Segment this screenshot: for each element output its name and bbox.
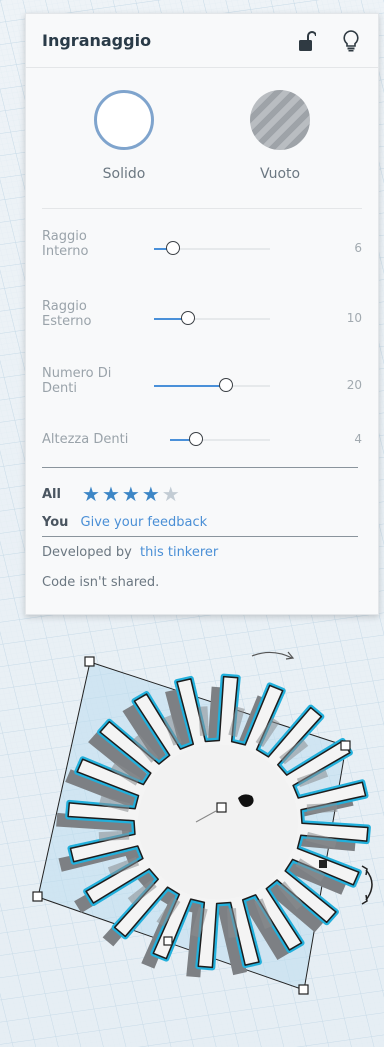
divider [42,208,362,209]
developer-prefix: Developed by [42,545,132,560]
star-empty-icon: ★ [161,482,180,506]
star-filled-icon: ★ [121,482,140,506]
panel-header: Ingranaggio [26,14,378,68]
rating-you-label: You [42,515,69,530]
slider-label: Raggio Esterno [42,299,92,329]
solid-label: Solido [102,166,146,182]
solid-swatch [94,90,154,150]
hole-option[interactable]: Vuoto [220,90,340,182]
slider-knob[interactable] [219,378,233,392]
hole-label: Vuoto [259,166,301,182]
star-filled-icon: ★ [141,482,160,506]
star-rating: ★ ★ ★ ★ ★ [82,484,180,504]
star-filled-icon: ★ [82,482,100,506]
shape-inspector-panel: Ingranaggio Solido Vuoto RaggioInterno [25,13,379,615]
corner-handle-top-right [340,740,351,751]
corner-handle-bottom-left [32,891,43,902]
edge-handle-right [319,860,327,868]
corner-handle-top-left [84,656,95,667]
slider-teeth-count: Numero Di Denti 20 [42,366,362,406]
slider-label: Raggio Interno [42,229,89,259]
center-handle [216,802,227,813]
slider-value[interactable]: 20 [347,378,362,392]
gear-hub [138,744,298,900]
slider-fill [154,385,226,387]
slider-value[interactable]: 10 [347,311,362,325]
developer-link[interactable]: this tinkerer [140,545,218,560]
corner-handle-bottom-right [298,984,309,995]
slider-label: Numero Di Denti [42,366,112,396]
give-feedback-link[interactable]: Give your feedback [81,515,208,530]
slider-knob[interactable] [189,432,203,446]
gear-tooth-shade [198,706,209,736]
solid-hole-toggle: Solido Vuoto [26,68,378,208]
lightbulb-icon[interactable] [338,28,364,54]
edge-handle-bottom [163,936,173,946]
slider-inner-radius: Raggio Interno 6 [42,229,362,269]
slider-outer-radius: Raggio Esterno 10 [42,299,362,339]
rating-all-label: All [42,486,61,502]
slider-teeth-height: Altezza Denti 4 [42,420,362,460]
slider-label: Altezza Denti [42,432,129,447]
rating-all: All ★ ★ ★ ★ ★ [42,484,180,504]
rating-you: You Give your feedback [42,515,207,530]
panel-title: Ingranaggio [42,31,152,50]
slider-knob[interactable] [181,311,195,325]
gear-tooth-shade [98,830,130,842]
lock-open-icon[interactable] [294,28,320,54]
slider-value[interactable]: 4 [354,432,362,446]
slider-value[interactable]: 6 [354,241,362,255]
star-filled-icon: ★ [101,482,120,506]
section-separator [42,467,358,468]
developer-credit: Developed by this tinkerer [42,545,218,560]
solid-option[interactable]: Solido [64,90,184,182]
gear-tooth-shade [306,802,338,814]
gear-tooth-shade [227,908,238,938]
hole-swatch [250,90,310,150]
slider-knob[interactable] [166,241,180,255]
code-note: Code isn't shared. [42,575,160,590]
section-separator [42,536,358,537]
